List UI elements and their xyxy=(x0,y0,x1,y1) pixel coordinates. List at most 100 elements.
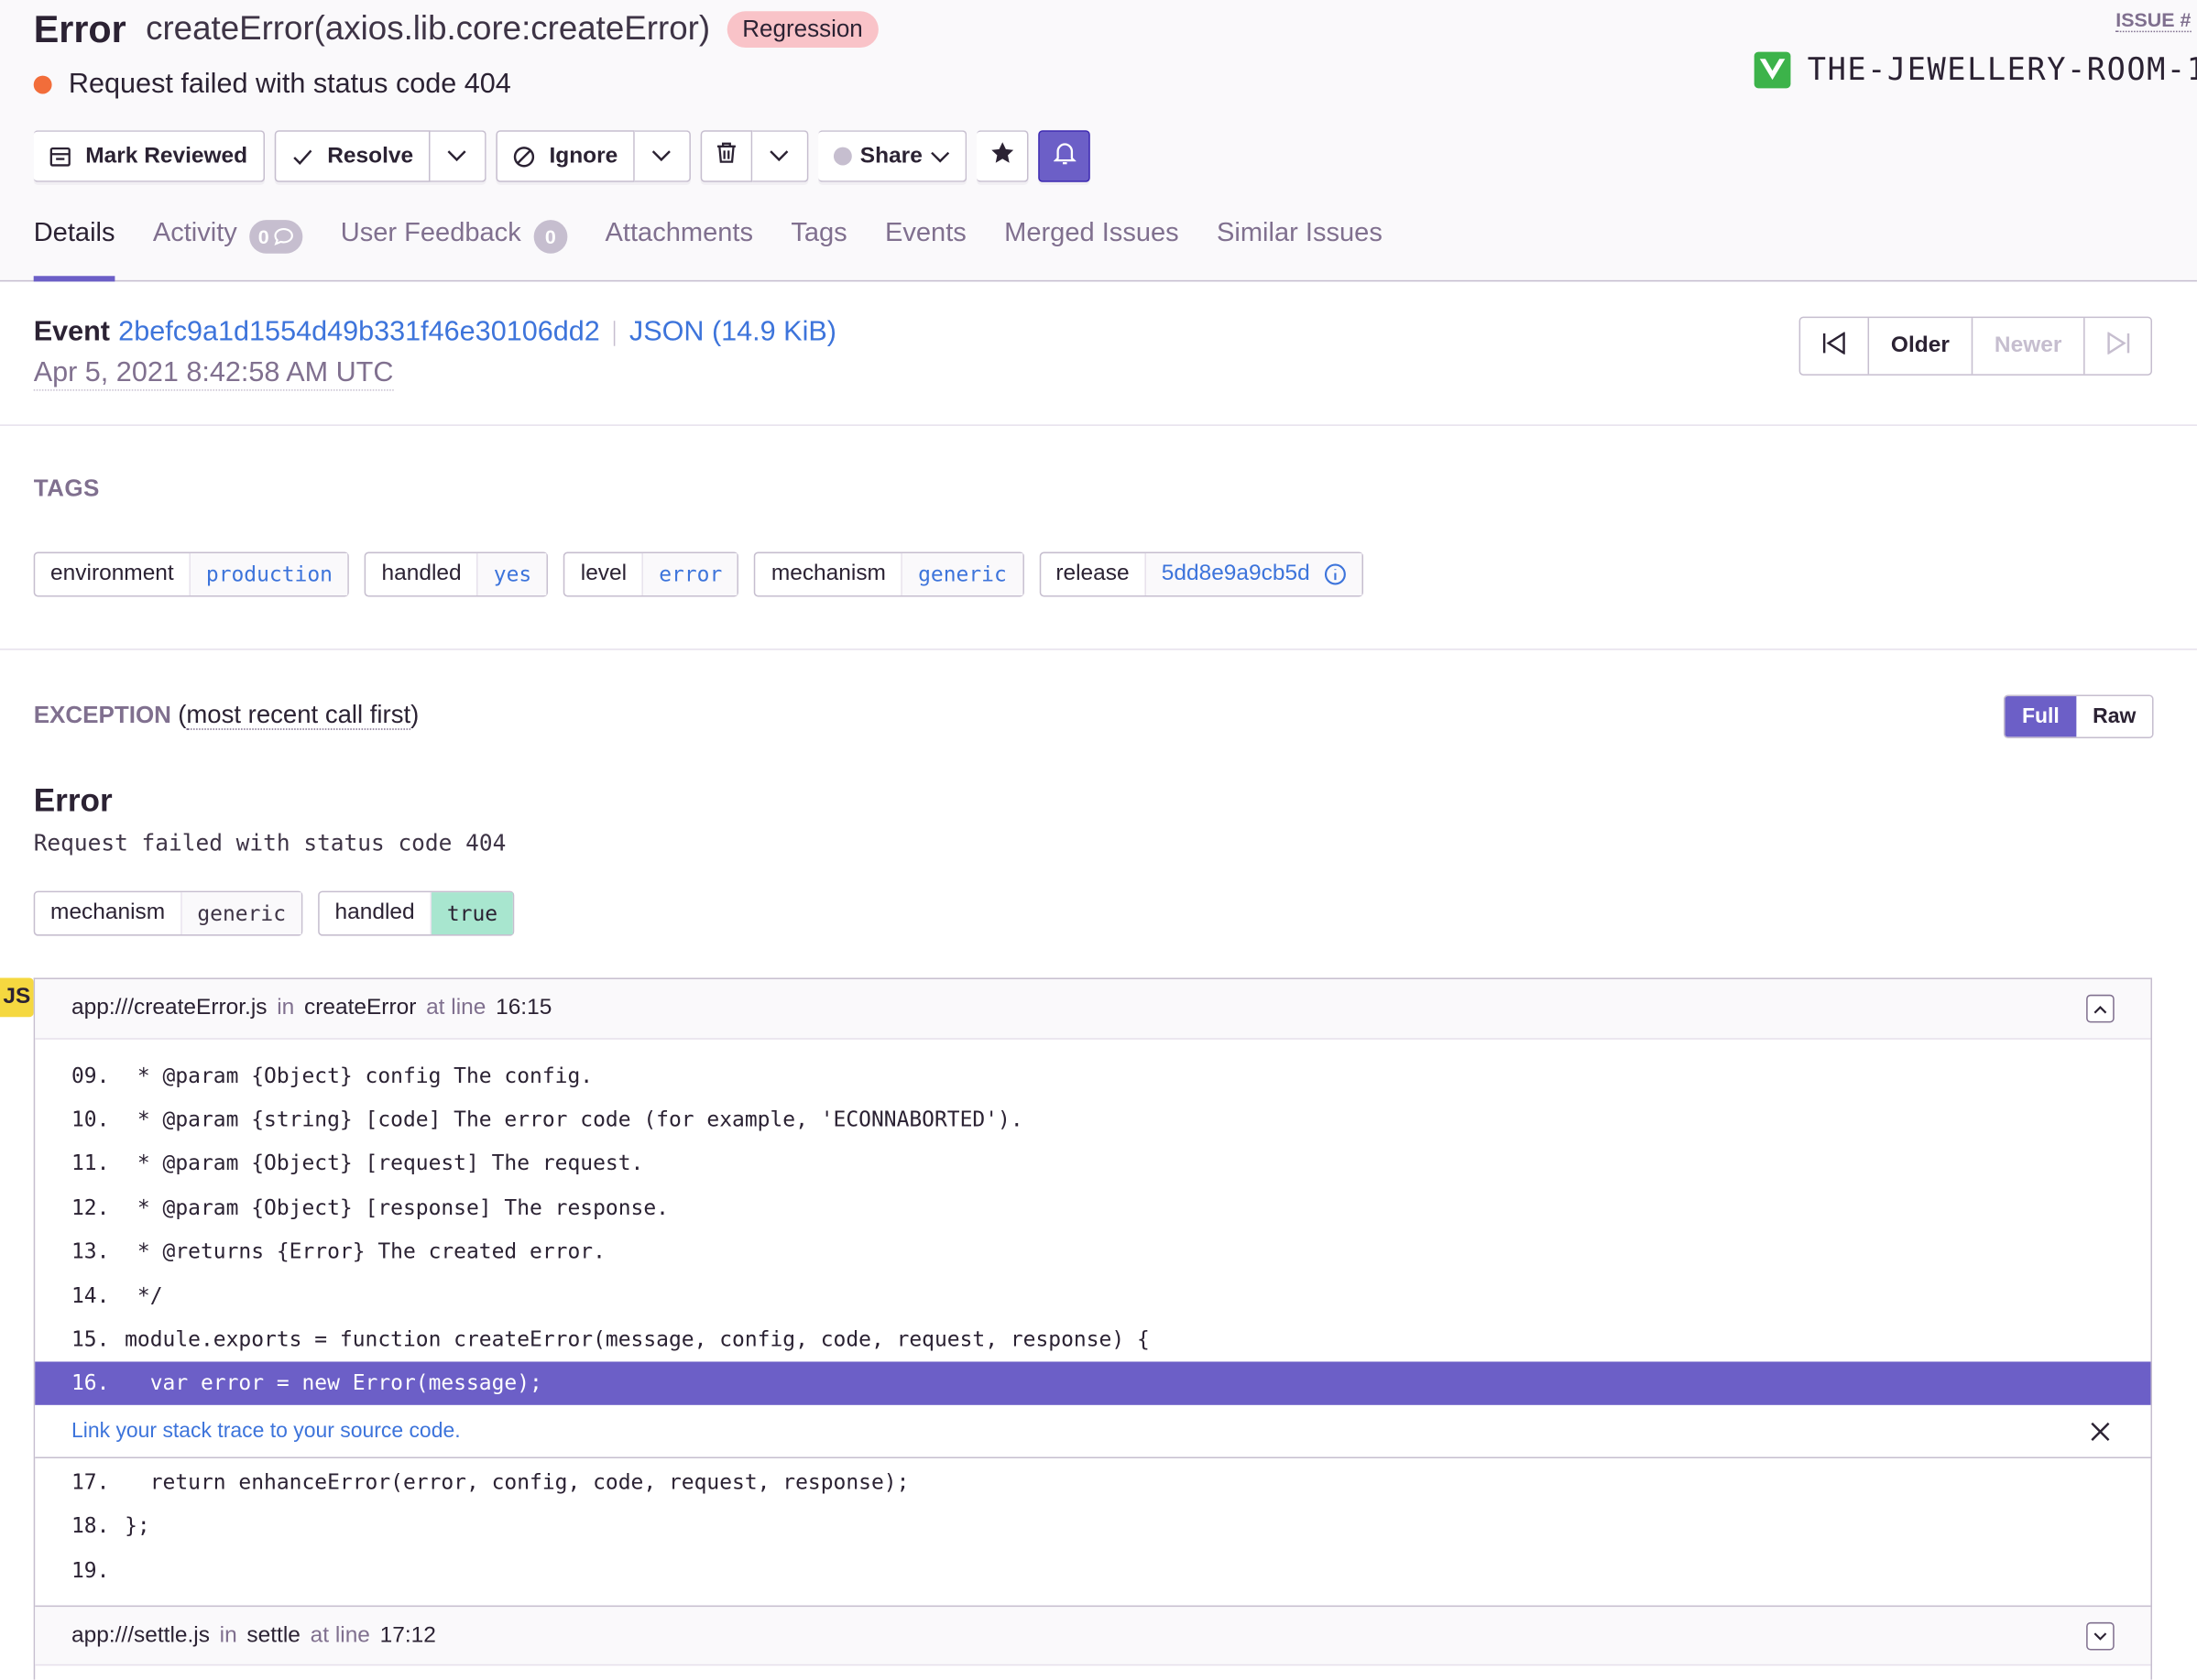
info-icon[interactable] xyxy=(1324,563,1346,585)
tab-details[interactable]: Details xyxy=(34,219,115,282)
tag-key: handled xyxy=(366,553,478,595)
tag-value[interactable]: error xyxy=(643,553,738,595)
event-id-row: Event 2befc9a1d1554d49b331f46e30106dd2 J… xyxy=(34,317,836,349)
bookmark-button[interactable] xyxy=(977,130,1029,182)
link-source-code-link[interactable]: Link your stack trace to your source cod… xyxy=(71,1419,461,1443)
resolve-button[interactable]: Resolve xyxy=(274,130,430,182)
line-number: 14. xyxy=(71,1282,125,1308)
tab-similar-issues-label: Similar Issues xyxy=(1217,219,1383,250)
chevron-down-icon xyxy=(770,144,789,169)
collapse-frame-button[interactable] xyxy=(2086,995,2115,1023)
exception-title: EXCEPTION (most recent call first) xyxy=(34,701,420,730)
activity-count-badge: 0 xyxy=(250,220,303,254)
oldest-event-button[interactable] xyxy=(1800,318,1867,374)
subscribe-button[interactable] xyxy=(1039,130,1091,182)
tab-activity[interactable]: Activity 0 xyxy=(153,219,303,282)
tab-events[interactable]: Events xyxy=(885,219,967,282)
project-badge[interactable]: THE-JEWELLERY-ROOM-1 xyxy=(1754,52,2197,89)
issue-message: Request failed with status code 404 xyxy=(69,68,511,100)
line-number: 09. xyxy=(71,1063,125,1088)
tab-similar-issues[interactable]: Similar Issues xyxy=(1217,219,1383,282)
delete-group xyxy=(700,130,808,182)
tag-key: environment xyxy=(35,553,191,595)
frame-header[interactable]: app:///createError.js in createError at … xyxy=(35,979,2150,1040)
share-button[interactable]: Share xyxy=(818,130,967,182)
tag-level[interactable]: level error xyxy=(563,552,738,597)
stack-trace: app:///createError.js in createError at … xyxy=(34,977,2152,1679)
tab-user-feedback[interactable]: User Feedback 0 xyxy=(341,219,568,282)
star-icon xyxy=(990,141,1014,170)
tab-tags-label: Tags xyxy=(791,219,847,250)
tag-value: true xyxy=(432,892,513,934)
tab-user-feedback-label: User Feedback xyxy=(341,219,521,250)
code-line: 11. * @param {Object} [request] The requ… xyxy=(35,1141,2150,1185)
line-code: module.exports = function createError(me… xyxy=(125,1326,1150,1352)
exception-type: Error xyxy=(34,781,113,819)
last-page-icon xyxy=(2105,332,2131,361)
level-dot-icon xyxy=(34,75,52,93)
tag-release[interactable]: release 5dd8e9a9cb5d xyxy=(1039,552,1363,597)
tab-tags[interactable]: Tags xyxy=(791,219,847,282)
share-label: Share xyxy=(860,144,923,169)
resolve-group: Resolve xyxy=(274,130,486,182)
trash-icon xyxy=(716,141,737,170)
tab-merged-issues[interactable]: Merged Issues xyxy=(1004,219,1179,282)
code-line: 18.}; xyxy=(35,1504,2150,1548)
expand-frame-button[interactable] xyxy=(2086,1622,2115,1651)
tab-attachments-label: Attachments xyxy=(606,219,754,250)
event-json-link[interactable]: JSON (14.9 KiB) xyxy=(629,317,836,349)
tag-value[interactable]: 5dd8e9a9cb5d xyxy=(1146,553,1361,595)
ignore-label: Ignore xyxy=(549,144,618,169)
tab-attachments[interactable]: Attachments xyxy=(606,219,754,282)
tag-handled[interactable]: handled yes xyxy=(365,552,548,597)
chevron-down-icon xyxy=(2093,1623,2107,1649)
line-number: 12. xyxy=(71,1195,125,1220)
newest-event-button[interactable] xyxy=(2083,318,2150,374)
issue-message-row: Request failed with status code 404 xyxy=(34,64,511,104)
frame-function: settle xyxy=(246,1623,300,1649)
stack-order-close: ) xyxy=(410,701,419,729)
code-line: 17. return enhanceError(error, config, c… xyxy=(35,1460,2150,1504)
resolve-dropdown-button[interactable] xyxy=(430,130,486,182)
delete-dropdown-button[interactable] xyxy=(752,130,808,182)
raw-view-button[interactable]: Raw xyxy=(2076,696,2152,736)
event-date: Apr 5, 2021 8:42:58 AM UTC xyxy=(34,357,394,391)
handled-tag: handled true xyxy=(318,891,514,936)
full-view-button[interactable]: Full xyxy=(2005,696,2076,736)
older-event-button[interactable]: Older xyxy=(1868,318,1972,374)
check-icon xyxy=(290,145,312,167)
tag-value[interactable]: generic xyxy=(902,553,1022,595)
mark-reviewed-button[interactable]: Mark Reviewed xyxy=(34,130,265,182)
newer-event-button[interactable]: Newer xyxy=(1972,318,2083,374)
line-number: 11. xyxy=(71,1151,125,1176)
exception-value: Request failed with status code 404 xyxy=(34,829,507,856)
chevron-up-icon xyxy=(2093,996,2107,1021)
code-line: 15. module.exports = function createError… xyxy=(35,1317,2150,1361)
exception-label: EXCEPTION xyxy=(34,702,171,728)
issue-culprit: createError(axios.lib.core:createError) xyxy=(146,10,710,49)
comment-icon xyxy=(273,227,294,246)
line-number: 18. xyxy=(71,1513,125,1539)
line-number: 13. xyxy=(71,1238,125,1264)
ignore-button[interactable]: Ignore xyxy=(496,130,634,182)
tag-value[interactable]: yes xyxy=(478,553,547,595)
mechanism-tags: mechanism generic handled true xyxy=(34,891,530,936)
frame-line: 17:12 xyxy=(380,1623,436,1649)
ignore-group: Ignore xyxy=(496,130,690,182)
vue-logo-icon xyxy=(1754,52,1791,89)
ignore-dropdown-button[interactable] xyxy=(635,130,691,182)
first-page-icon xyxy=(1821,332,1847,361)
line-number: 17. xyxy=(71,1469,125,1495)
regression-badge: Regression xyxy=(727,11,878,48)
tag-environment[interactable]: environment production xyxy=(34,552,350,597)
stack-order-text[interactable]: most recent call first xyxy=(186,701,410,730)
mark-reviewed-group: Mark Reviewed xyxy=(34,130,265,182)
tag-value[interactable]: production xyxy=(191,553,348,595)
frame-header[interactable]: app:///settle.js in settle at line 17:12 xyxy=(35,1606,2150,1666)
event-id-link[interactable]: 2befc9a1d1554d49b331f46e30106dd2 xyxy=(118,317,600,349)
tag-mechanism[interactable]: mechanism generic xyxy=(754,552,1023,597)
close-icon[interactable] xyxy=(2089,1421,2111,1443)
line-number: 16. xyxy=(71,1370,125,1396)
event-label: Event xyxy=(34,317,110,349)
delete-button[interactable] xyxy=(700,130,752,182)
